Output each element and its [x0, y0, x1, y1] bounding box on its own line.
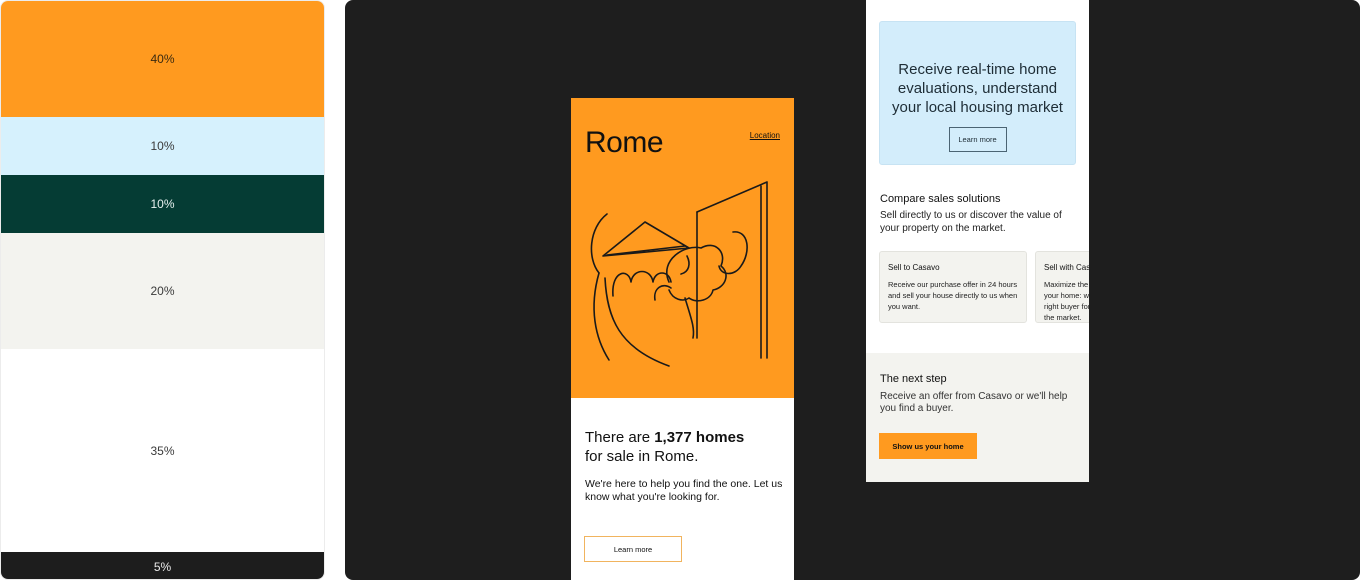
color-palette: 40% 10% 10% 20% 35% 5% [0, 0, 325, 580]
help-text: We're here to help you find the one. Let… [585, 478, 783, 503]
swatch-label: 20% [150, 284, 175, 298]
show-home-button[interactable]: Show us your home [879, 433, 977, 459]
swatch-cream: 20% [1, 233, 324, 349]
swatch-black: 5% [1, 552, 324, 579]
swatch-label: 10% [150, 139, 175, 153]
evaluation-banner: Receive real-time home evaluations, unde… [879, 21, 1076, 165]
mockup-canvas: Rome Location There are 1,377 homes for … [345, 0, 1360, 580]
solution-title: Sell to Casavo [888, 263, 940, 272]
swatch-label: 40% [150, 52, 175, 66]
location-link[interactable]: Location [750, 131, 780, 140]
swatch-dark-green: 10% [1, 175, 324, 233]
solution-description: Maximize the value of your home: we find… [1044, 280, 1089, 322]
evaluation-learn-more-button[interactable]: Learn more [948, 127, 1007, 152]
swatch-white: 35% [1, 349, 324, 552]
sales-card: Receive real-time home evaluations, unde… [866, 0, 1089, 482]
swatch-label: 10% [150, 197, 175, 211]
solution-title: Sell with Casavo [1044, 263, 1089, 272]
headline-suffix: for sale in Rome. [585, 448, 699, 465]
solution-card-sell-with[interactable]: Sell with Casavo Maximize the value of y… [1035, 251, 1089, 323]
solution-description: Receive our purchase offer in 24 hours a… [888, 280, 1018, 311]
rome-body: There are 1,377 homes for sale in Rome. … [585, 428, 785, 504]
swatch-label: 5% [153, 559, 172, 574]
swatch-light-blue: 10% [1, 117, 324, 175]
rome-hero: Rome Location [571, 98, 794, 398]
learn-more-button[interactable]: Learn more [584, 536, 682, 562]
city-title: Rome [585, 126, 664, 159]
evaluation-text: Receive real-time home evaluations, unde… [892, 61, 1063, 116]
swatch-label: 35% [150, 443, 175, 458]
compare-title: Compare sales solutions [880, 193, 1001, 205]
headline-prefix: There are [585, 429, 655, 446]
next-step-subtitle: Receive an offer from Casavo or we'll he… [880, 391, 1068, 414]
homes-count: 1,377 homes [654, 429, 745, 446]
compare-subtitle: Sell directly to us or discover the valu… [880, 210, 1062, 234]
homes-headline: There are 1,377 homes for sale in Rome. [585, 428, 785, 466]
next-step-section: The next step Receive an offer from Casa… [866, 353, 1089, 482]
solution-card-sell-to[interactable]: Sell to Casavo Receive our purchase offe… [879, 251, 1027, 323]
rome-card: Rome Location There are 1,377 homes for … [571, 98, 794, 580]
swatch-orange: 40% [1, 1, 324, 117]
rome-illustration [590, 181, 768, 367]
next-step-title: The next step [880, 373, 947, 385]
